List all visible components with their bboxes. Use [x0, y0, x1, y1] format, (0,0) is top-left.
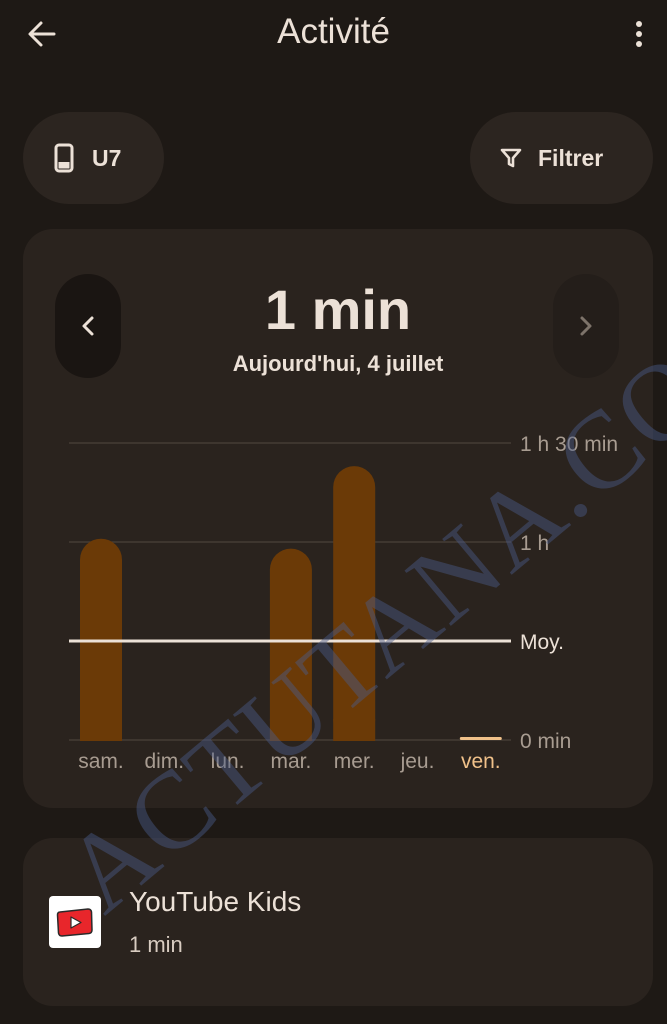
- more-vert-icon: [636, 21, 642, 47]
- bar: [269, 548, 312, 741]
- filter-chip[interactable]: Filtrer: [470, 112, 653, 204]
- bar: [459, 737, 502, 740]
- bar-base: [269, 719, 312, 741]
- filter-icon: [500, 147, 522, 169]
- filter-chip-label: Filtrer: [538, 144, 604, 171]
- x-tick-label: mar.: [270, 750, 311, 773]
- y-tick-label: 1 h 30 min: [520, 433, 618, 456]
- app-name: YouTube Kids: [129, 886, 302, 917]
- phone-icon: [54, 143, 74, 173]
- bar: [333, 466, 376, 741]
- top-app-bar: Activité: [0, 0, 667, 70]
- app-usage-time: 1 min: [129, 932, 183, 957]
- app-usage-card[interactable]: YouTube Kids 1 min: [23, 838, 653, 1006]
- x-tick-label: dim.: [144, 750, 184, 773]
- device-chip[interactable]: U7: [23, 112, 164, 204]
- x-tick-label: ven.: [461, 750, 501, 773]
- average-label: Moy.: [520, 631, 564, 654]
- y-tick-label: 0 min: [520, 730, 571, 753]
- x-tick-label: sam.: [78, 750, 124, 773]
- x-tick-label: mer.: [334, 750, 375, 773]
- youtube-kids-icon: [49, 896, 101, 948]
- more-options-button[interactable]: [624, 14, 654, 54]
- device-chip-label: U7: [92, 144, 122, 171]
- page-title: Activité: [277, 12, 390, 51]
- bar-base: [80, 719, 122, 741]
- bar-base: [333, 719, 376, 741]
- x-tick-label: jeu.: [400, 750, 435, 773]
- activity-chart-card: 1 min Aujourd'hui, 4 juillet 0 min 1 h1 h…: [23, 229, 653, 808]
- y-tick-label: 1 h: [520, 532, 549, 555]
- usage-bar-chart: 0 min 1 h 1 h 30 min sam. dim. lun. mar. mer. je…: [69, 433, 618, 773]
- x-tick-label: lun.: [211, 750, 245, 773]
